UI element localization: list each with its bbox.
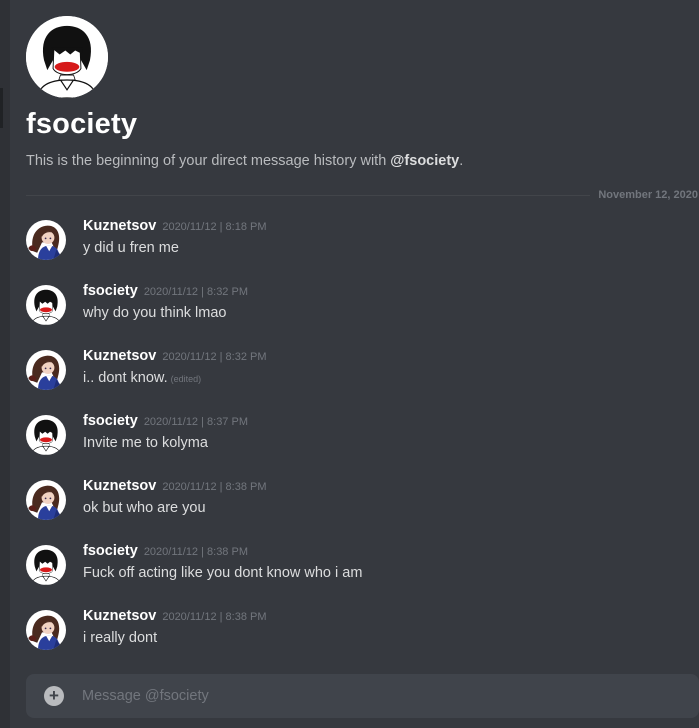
message-text: Fuck off acting like you dont know who i… xyxy=(83,565,363,581)
message-timestamp: 2020/11/12 | 8:38 PM xyxy=(143,546,248,558)
message-content: Invite me to kolyma xyxy=(83,435,208,451)
message-content: ok but who are you xyxy=(83,500,206,516)
message: Kuznetsov 2020/11/12 | 8:38 PM ok but who… xyxy=(26,478,696,528)
message-content: i.. dont know. (edited) xyxy=(83,370,201,386)
message: fsociety 2020/11/12 | 8:32 PM why do you … xyxy=(26,283,696,333)
message-text: ok but who are you xyxy=(83,500,206,516)
server-sidebar-edge xyxy=(0,0,10,728)
message: Kuznetsov 2020/11/12 | 8:38 PM i really d… xyxy=(26,608,696,658)
message-text: Invite me to kolyma xyxy=(83,435,208,451)
message-header: fsociety 2020/11/12 | 8:37 PM xyxy=(83,413,248,429)
plus-circle-icon[interactable]: + xyxy=(44,686,64,706)
message: fsociety 2020/11/12 | 8:38 PM Fuck off ac… xyxy=(26,543,696,593)
message-author[interactable]: Kuznetsov xyxy=(83,348,156,364)
message-timestamp: 2020/11/12 | 8:38 PM xyxy=(162,611,267,623)
message-author[interactable]: fsociety xyxy=(83,283,138,299)
message-author[interactable]: Kuznetsov xyxy=(83,608,156,624)
kuznetsov-avatar[interactable] xyxy=(26,350,66,390)
message: Kuznetsov 2020/11/12 | 8:32 PM i.. dont k… xyxy=(26,348,696,398)
message-text: i really dont xyxy=(83,630,158,646)
message-timestamp: 2020/11/12 | 8:32 PM xyxy=(143,286,248,298)
message-author[interactable]: Kuznetsov xyxy=(83,478,156,494)
message-author[interactable]: Kuznetsov xyxy=(83,218,156,234)
message-header: fsociety 2020/11/12 | 8:38 PM xyxy=(83,543,248,559)
date-divider-label: November 12, 2020 xyxy=(590,189,699,201)
fsociety-avatar[interactable] xyxy=(26,285,66,325)
message-author[interactable]: fsociety xyxy=(83,413,138,429)
message-header: Kuznetsov 2020/11/12 | 8:38 PM xyxy=(83,608,267,624)
user-mention[interactable]: @fsociety xyxy=(390,153,459,169)
fsociety-avatar-large xyxy=(26,16,108,98)
message-timestamp: 2020/11/12 | 8:38 PM xyxy=(162,481,267,493)
message-text: i.. dont know. xyxy=(83,370,168,386)
message-header: fsociety 2020/11/12 | 8:32 PM xyxy=(83,283,248,299)
message: fsociety 2020/11/12 | 8:37 PM Invite me t… xyxy=(26,413,696,463)
message-header: Kuznetsov 2020/11/12 | 8:32 PM xyxy=(83,348,267,364)
dm-intro-suffix: . xyxy=(459,153,464,169)
message-timestamp: 2020/11/12 | 8:18 PM xyxy=(162,221,267,233)
chat-area: fsociety This is the beginning of your d… xyxy=(10,0,699,728)
message-input[interactable] xyxy=(82,674,682,718)
message-text: why do you think lmao xyxy=(83,305,227,321)
edited-label: (edited) xyxy=(170,374,202,384)
fsociety-avatar[interactable] xyxy=(26,415,66,455)
dm-intro: fsociety This is the beginning of your d… xyxy=(26,16,696,169)
kuznetsov-avatar[interactable] xyxy=(26,480,66,520)
message-composer: + xyxy=(26,674,699,718)
dm-intro-title: fsociety xyxy=(26,108,138,140)
message: Kuznetsov 2020/11/12 | 8:18 PM y did u fr… xyxy=(26,218,696,268)
message-header: Kuznetsov 2020/11/12 | 8:18 PM xyxy=(83,218,267,234)
message-timestamp: 2020/11/12 | 8:37 PM xyxy=(143,416,248,428)
sidebar-notch xyxy=(0,88,3,128)
message-content: why do you think lmao xyxy=(83,305,226,321)
message-header: Kuznetsov 2020/11/12 | 8:38 PM xyxy=(83,478,267,494)
dm-intro-description: This is the beginning of your direct mes… xyxy=(26,153,463,169)
message-author[interactable]: fsociety xyxy=(83,543,138,559)
message-text: y did u fren me xyxy=(83,240,179,256)
fsociety-avatar[interactable] xyxy=(26,545,66,585)
message-timestamp: 2020/11/12 | 8:32 PM xyxy=(162,351,267,363)
kuznetsov-avatar[interactable] xyxy=(26,610,66,650)
message-content: i really dont xyxy=(83,630,157,646)
dm-intro-text: This is the beginning of your direct mes… xyxy=(26,153,391,169)
kuznetsov-avatar[interactable] xyxy=(26,220,66,260)
message-content: y did u fren me xyxy=(83,240,179,256)
message-content: Fuck off acting like you dont know who i… xyxy=(83,565,362,581)
